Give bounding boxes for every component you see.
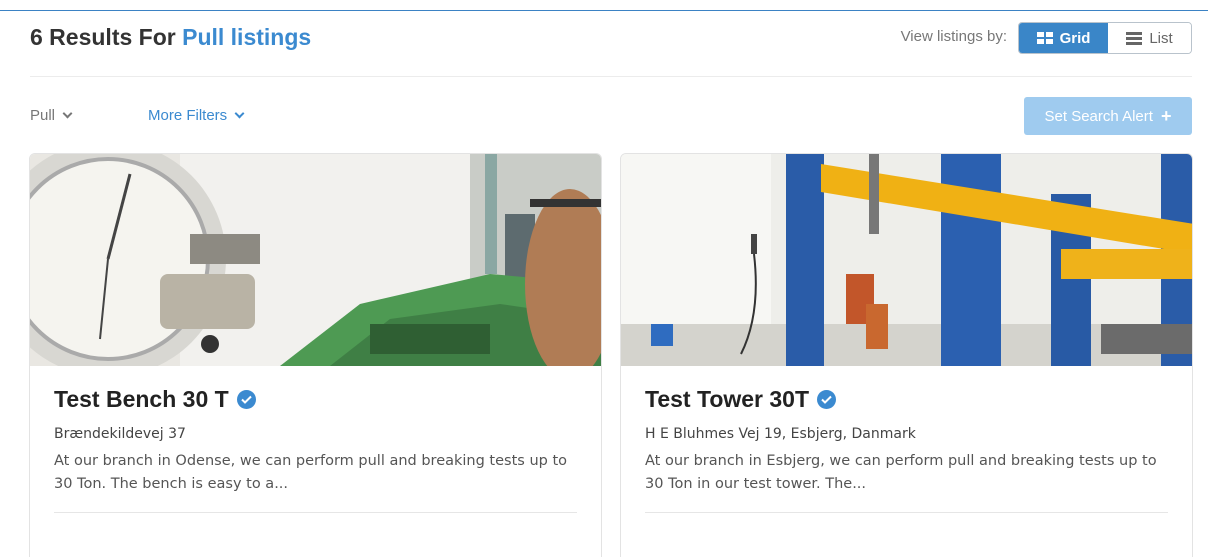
verified-badge-icon: [817, 390, 837, 409]
set-search-alert-button[interactable]: Set Search Alert +: [1024, 97, 1192, 135]
list-view-label: List: [1149, 29, 1173, 47]
listing-title[interactable]: Test Bench 30 T: [54, 386, 229, 413]
listing-address: H E Bluhmes Vej 19, Esbjerg, Danmark: [645, 426, 916, 442]
list-view-button[interactable]: List: [1107, 23, 1191, 53]
listing-card[interactable]: Test Tower 30T H E Bluhmes Vej 19, Esbje…: [620, 153, 1193, 557]
verified-badge-icon: [236, 390, 256, 409]
results-header: 6 Results For Pull listings View listing…: [30, 22, 1192, 54]
results-query: Pull listings: [182, 24, 312, 50]
test-bench-photo: [30, 154, 601, 366]
listing-title[interactable]: Test Tower 30T: [645, 386, 809, 413]
card-divider: [645, 512, 1168, 513]
pull-filter-dropdown[interactable]: Pull: [30, 107, 73, 124]
listing-image[interactable]: [30, 154, 601, 366]
grid-view-label: Grid: [1059, 29, 1091, 47]
more-filters-dropdown[interactable]: More Filters: [148, 107, 245, 124]
listing-image[interactable]: [621, 154, 1192, 366]
listing-description: At our branch in Odense, we can perform …: [54, 453, 568, 492]
grid-view-button[interactable]: Grid: [1019, 23, 1108, 53]
view-listings-label: View listings by:: [900, 28, 1007, 45]
view-toggle: Grid List: [1018, 22, 1192, 54]
listing-card[interactable]: Test Bench 30 T Brændekildevej 37 At our…: [29, 153, 602, 557]
top-border: [0, 10, 1208, 11]
plus-icon: +: [1160, 105, 1172, 126]
listing-address: Brændekildevej 37: [54, 426, 186, 442]
grid-icon: [1036, 32, 1053, 44]
results-title: 6 Results For Pull listings: [30, 24, 311, 51]
chevron-down-icon: [234, 108, 245, 119]
test-tower-photo: [621, 154, 1192, 366]
more-filters-label: More Filters: [148, 107, 228, 124]
set-search-alert-label: Set Search Alert: [1044, 107, 1153, 125]
card-divider: [54, 512, 577, 513]
results-count: 6 Results For: [30, 24, 176, 50]
header-divider: [30, 76, 1192, 77]
listing-description: At our branch in Esbjerg, we can perform…: [645, 453, 1157, 492]
filter-bar: Pull More Filters Set Search Alert +: [30, 97, 1192, 136]
pull-filter-label: Pull: [30, 107, 56, 124]
list-icon: [1126, 31, 1143, 45]
chevron-down-icon: [62, 108, 73, 119]
